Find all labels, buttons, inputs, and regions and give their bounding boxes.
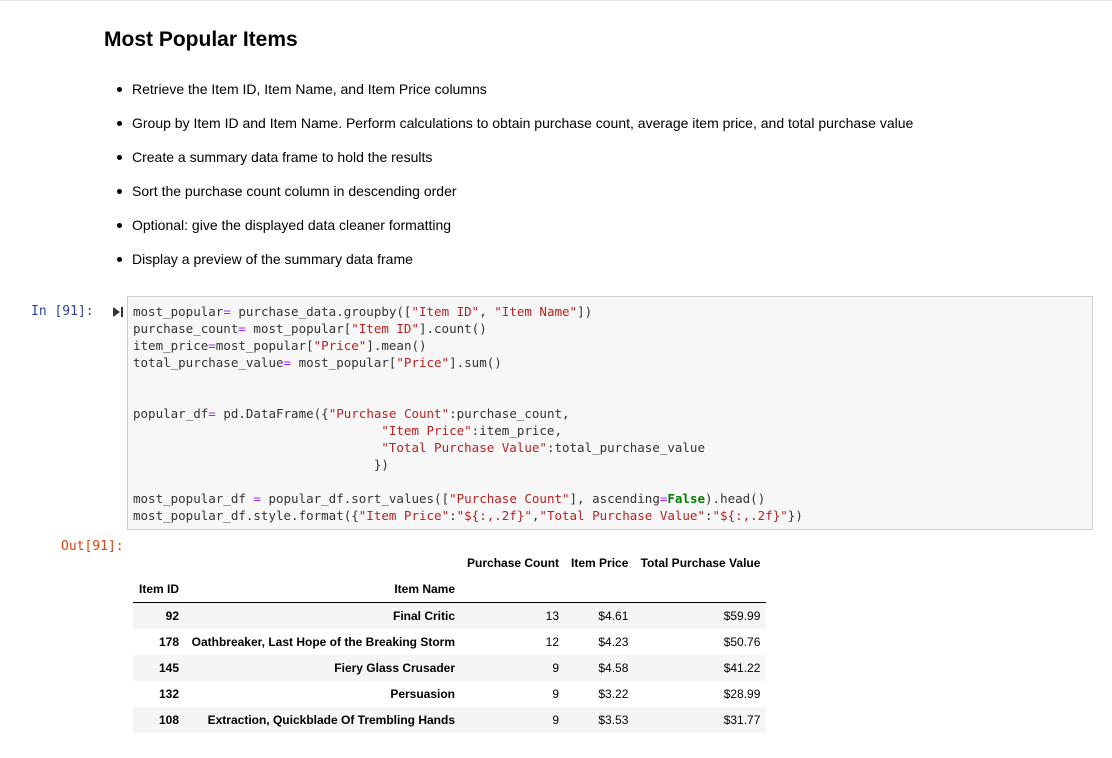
blank-header [565,576,635,603]
output-prompt: Out[91]: [61,539,124,554]
markdown-bullet-list: Retrieve the Item ID, Item Name, and Ite… [117,80,914,284]
table-row: 108 Extraction, Quickblade Of Trembling … [133,707,767,733]
bullet-text: Sort the purchase count column in descen… [132,183,457,199]
item-id-cell: 108 [158,713,180,727]
total-value-cell: $31.77 [723,713,761,727]
item-price-cell: $4.23 [598,635,629,649]
column-header: Total Purchase Value [640,556,761,570]
table-row: 132 Persuasion 9 $3.22 $28.99 [133,681,766,707]
total-value-cell: $50.76 [723,635,761,649]
item-id-cell: 92 [165,609,180,623]
column-header-row: Purchase Count Item Price Total Purchase… [133,550,766,576]
item-name-cell: Final Critic [393,609,456,623]
item-id-cell: 145 [158,661,180,675]
markdown-title: Most Popular Items [104,28,298,51]
table-row: 92 Final Critic 13 $4.61 $59.99 [133,602,767,629]
purchase-count-cell: 13 [545,609,560,623]
item-name-cell: Oathbreaker, Last Hope of the Breaking S… [191,635,456,649]
bullet-text: Group by Item ID and Item Name. Perform … [132,115,914,131]
purchase-count-cell: 9 [552,661,560,675]
item-name-cell: Persuasion [390,687,456,701]
index-header: Item ID [133,576,186,603]
item-price-cell: $3.53 [598,713,629,727]
bullet-dot-icon [117,189,122,194]
summary-dataframe-table: Purchase Count Item Price Total Purchase… [133,550,767,733]
bullet-dot-icon [117,121,122,126]
blank-header [133,550,185,576]
item-price-cell: $3.22 [598,687,629,701]
item-price-cell: $4.61 [598,609,629,623]
table-row: 145 Fiery Glass Crusader 9 $4.58 $41.22 [133,655,767,681]
blank-header [634,576,767,603]
total-value-cell: $59.99 [723,609,761,623]
bullet-item: Sort the purchase count column in descen… [117,182,913,216]
bullet-item: Group by Item ID and Item Name. Perform … [117,114,914,148]
bullet-text: Optional: give the displayed data cleane… [132,217,452,233]
bullet-text: Create a summary data frame to hold the … [132,149,433,165]
table-row: 178 Oathbreaker, Last Hope of the Breaki… [133,629,766,655]
bullet-dot-icon [117,155,122,160]
item-name-cell: Fiery Glass Crusader [334,661,456,675]
total-value-cell: $41.22 [723,661,761,675]
code-editor[interactable]: most_popular= purchase_data.groupby(["It… [133,303,803,524]
purchase-count-cell: 9 [552,713,560,727]
page-top-border [0,0,1112,1]
bullet-dot-icon [117,257,122,262]
blank-header [185,550,461,576]
item-price-cell: $4.58 [598,661,629,675]
index-header-row: Item ID Item Name [133,576,767,603]
item-id-cell: 178 [158,635,180,649]
bullet-item: Create a summary data frame to hold the … [117,148,913,182]
blank-header [461,576,566,603]
bullet-item: Retrieve the Item ID, Item Name, and Ite… [117,80,913,114]
item-id-cell: 132 [158,687,180,701]
bullet-dot-icon [117,223,122,228]
bullet-item: Display a preview of the summary data fr… [117,250,913,284]
column-header: Item Price [571,556,629,570]
purchase-count-cell: 9 [552,687,560,701]
input-prompt: In [91]: [31,304,94,319]
index-header: Item Name [185,576,462,603]
purchase-count-cell: 12 [545,635,560,649]
bullet-item: Optional: give the displayed data cleane… [117,216,913,250]
code-cell-input[interactable]: most_popular= purchase_data.groupby(["It… [127,296,1093,530]
total-value-cell: $28.99 [723,687,761,701]
column-header: Purchase Count [467,556,560,570]
bullet-text: Display a preview of the summary data fr… [132,251,413,267]
item-name-cell: Extraction, Quickblade Of Trembling Hand… [207,713,456,727]
bullet-text: Retrieve the Item ID, Item Name, and Ite… [132,81,487,97]
run-cell-icon[interactable] [112,306,124,318]
bullet-dot-icon [117,87,122,92]
